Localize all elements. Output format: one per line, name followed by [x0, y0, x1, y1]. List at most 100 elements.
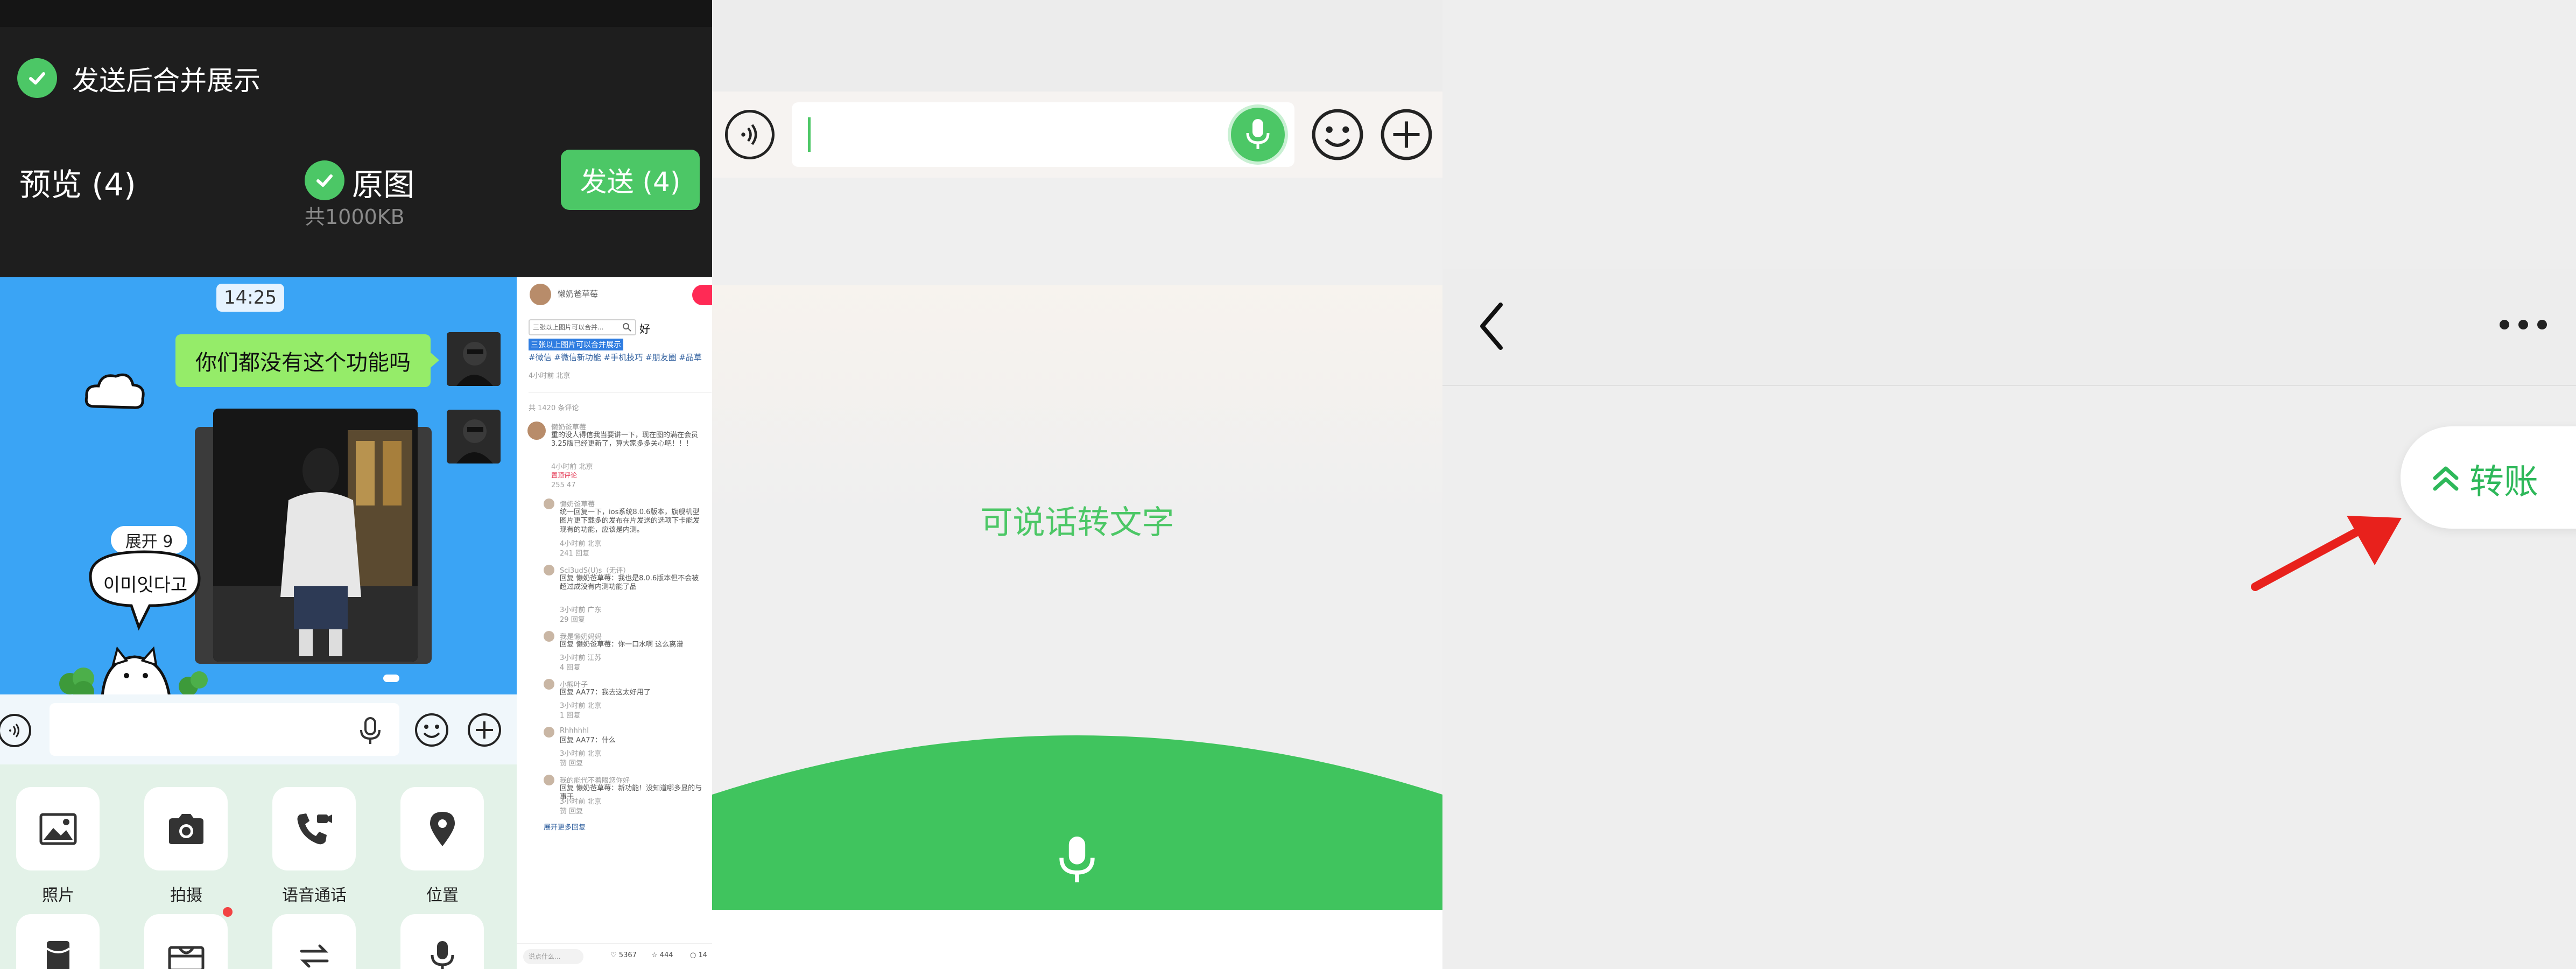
comment-avatar[interactable]: [544, 679, 554, 690]
plus-icon[interactable]: [1378, 107, 1434, 163]
top-area: [712, 0, 1442, 92]
comment-like-count[interactable]: 29: [560, 616, 569, 624]
comment-avatar[interactable]: [544, 727, 554, 738]
photo-tile[interactable]: [16, 787, 100, 870]
preview-button[interactable]: 预览 (4): [19, 159, 136, 205]
comment-text: 回复 AA77：什么: [560, 736, 616, 745]
comment-avatar[interactable]: [527, 422, 546, 440]
comment-reply[interactable]: 回复: [575, 550, 589, 558]
search-input[interactable]: 三张以上图片可以合并...: [529, 319, 636, 335]
comment-avatar[interactable]: [544, 498, 554, 509]
comment-like-count[interactable]: 255: [551, 481, 565, 489]
post-comments-panel: 懒奶爸草莓 三张以上图片可以合并... 好 三张以上图片可以合并展示 #微信 #…: [517, 277, 712, 969]
emoji-icon[interactable]: [1310, 107, 1366, 163]
camera-icon: [168, 813, 203, 844]
tile-label: 语音通话: [282, 886, 347, 905]
comment-reply[interactable]: 回复: [569, 808, 583, 816]
comment-actions[interactable]: 1 回复: [560, 710, 580, 720]
sticker-text: 이미잇다고: [103, 574, 188, 596]
author-avatar[interactable]: [530, 284, 551, 305]
comment-author[interactable]: Rhhhhhl: [560, 727, 589, 735]
left-panel: 发送后合并展示 预览 (4) 原图 共1000KB 发送 (4) 14:25 你…: [0, 0, 712, 969]
comment-actions[interactable]: 255 47: [551, 481, 576, 489]
comment-actions[interactable]: 赞 回复: [560, 805, 583, 816]
comment-author[interactable]: 我是懒奶妈妈: [560, 631, 602, 641]
camera-tile[interactable]: [144, 787, 228, 870]
merge-label[interactable]: 发送后合并展示: [72, 59, 261, 98]
microphone-icon: [1246, 119, 1270, 149]
bottom-bar: 说点什么... ♡ 5367 ☆ 444 ○ 14: [517, 943, 712, 969]
chat-header-panel: 转账: [1442, 0, 2576, 969]
comment-actions[interactable]: 241 回复: [560, 547, 589, 558]
like-count[interactable]: ♡ 5367: [610, 951, 637, 959]
send-button[interactable]: 发送 (4): [561, 150, 700, 210]
avatar[interactable]: [447, 332, 501, 386]
comment-like-count[interactable]: 赞: [560, 760, 567, 768]
location-tile[interactable]: [400, 787, 484, 870]
double-chevron-up-icon: [2433, 466, 2459, 491]
cat-sticker-icon: [59, 646, 208, 697]
comment-text: 回复 懒奶爸草莓：你一口水啊 这么离谱: [560, 641, 684, 649]
comment-like-count[interactable]: 241: [560, 550, 573, 558]
comment-reply[interactable]: 回复: [566, 664, 580, 672]
microphone-icon[interactable]: [358, 716, 383, 746]
comment-author[interactable]: Sci3udS(U)s（无评）: [560, 565, 630, 575]
message-input[interactable]: [50, 703, 399, 756]
comment-reply[interactable]: 47: [567, 481, 576, 489]
tile-label: 位置: [426, 886, 459, 905]
comment-reply[interactable]: 回复: [569, 760, 583, 768]
comment-input[interactable]: 说点什么...: [523, 949, 583, 964]
comment-avatar[interactable]: [544, 631, 554, 642]
original-label[interactable]: 原图: [352, 159, 414, 205]
video-call-icon: [297, 813, 332, 844]
top-strip: [0, 0, 712, 27]
plus-icon[interactable]: [466, 712, 503, 748]
comment-author[interactable]: 懒奶爸草莓: [551, 422, 586, 432]
comment-actions[interactable]: 4 回复: [560, 662, 580, 672]
video-call-tile[interactable]: [272, 787, 356, 870]
original-checkbox[interactable]: [305, 160, 344, 200]
comment-avatar[interactable]: [544, 775, 554, 785]
follow-button[interactable]: [692, 285, 712, 305]
comment-avatar[interactable]: [544, 565, 554, 575]
comment-author[interactable]: 懒奶爸草莓: [560, 498, 595, 509]
comment-count: 共 1420 条评论: [529, 404, 579, 412]
comment-actions[interactable]: 29 回复: [560, 614, 585, 624]
search-icon[interactable]: [622, 322, 632, 332]
expand-more-replies-link[interactable]: 展开更多回复: [544, 821, 586, 832]
avatar-photo-icon: [447, 410, 501, 464]
message-input[interactable]: [792, 102, 1294, 167]
red-packet-icon: [46, 940, 70, 969]
comment-author[interactable]: 小熊叶子: [560, 679, 588, 689]
merged-photo[interactable]: [213, 409, 418, 662]
comment-reply[interactable]: 回复: [566, 712, 580, 720]
tile-label: 拍摄: [170, 886, 202, 905]
comment-author[interactable]: 我的能代不着眼您你好: [560, 775, 630, 785]
post-tags[interactable]: #微信 #微信新功能 #手机技巧 #朋友圈 #品草: [529, 352, 702, 363]
merge-checkbox[interactable]: [17, 58, 57, 98]
emoji-icon[interactable]: [413, 712, 450, 748]
gift-tile[interactable]: [144, 914, 228, 969]
back-arrow-icon[interactable]: [1476, 299, 1508, 353]
comment-like-count[interactable]: 赞: [560, 808, 567, 816]
comment-pinned-tag: 置顶评论: [551, 472, 578, 479]
more-icon[interactable]: [2496, 317, 2550, 333]
voice-input-tile[interactable]: [400, 914, 484, 969]
divider: [529, 392, 712, 393]
comment-total[interactable]: ○ 14: [690, 951, 707, 959]
red-packet-tile[interactable]: [16, 914, 100, 969]
comment-actions[interactable]: 赞 回复: [560, 757, 583, 768]
message-bubble[interactable]: 你们都没有这个功能吗: [175, 334, 431, 387]
transfer-tile[interactable]: [272, 914, 356, 969]
image-icon: [39, 813, 76, 845]
comment-reply[interactable]: 回复: [571, 616, 585, 624]
location-icon: [430, 811, 455, 846]
voice-to-text-button[interactable]: [1231, 108, 1285, 162]
avatar[interactable]: [447, 410, 501, 464]
author-name[interactable]: 懒奶爸草莓: [558, 289, 598, 299]
voice-toggle-button[interactable]: [0, 714, 31, 747]
comment-meta: 3小时前 广东: [560, 606, 602, 614]
voice-toggle-button[interactable]: [725, 110, 775, 159]
star-count[interactable]: ☆ 444: [651, 951, 673, 959]
transfer-pill-button[interactable]: 转账: [2401, 426, 2576, 529]
